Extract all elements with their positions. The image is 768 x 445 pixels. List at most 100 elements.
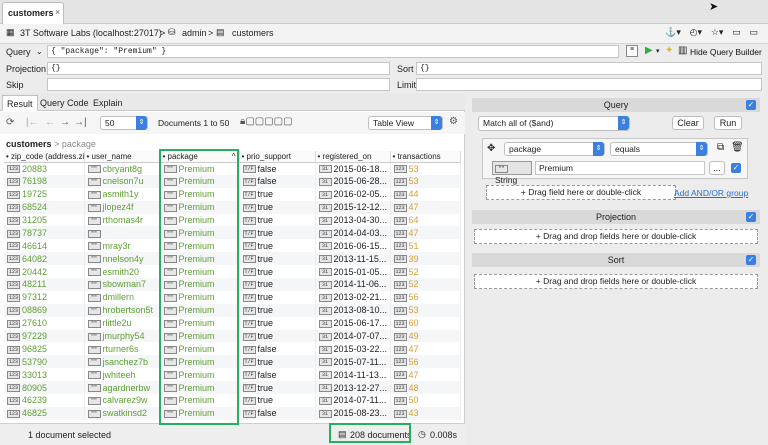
- cell-user-name[interactable]: "" sbowman7: [84, 278, 161, 291]
- cell-prio-support[interactable]: T/F true: [239, 316, 316, 330]
- cell-package[interactable]: "" Premium: [160, 252, 240, 266]
- table-row[interactable]: 123 80905 "" agardnerbw "" Premium T/F true 31 20…: [4, 381, 461, 395]
- cell-package[interactable]: "" Premium: [160, 406, 240, 420]
- cell-user-name[interactable]: "" dmillern: [84, 290, 161, 304]
- format-icon[interactable]: ≡: [626, 45, 638, 57]
- cell-user-name[interactable]: "" hrobertson5t: [84, 303, 161, 317]
- table-row[interactable]: 123 96825 "" rturner6s "" Premium T/F false 31 20…: [4, 342, 461, 356]
- cell-transactions[interactable]: 123 53: [390, 162, 461, 175]
- projection-dropzone[interactable]: + Drag and drop fields here or double-cl…: [474, 229, 758, 244]
- cell-user-name[interactable]: "" asmith1y: [84, 187, 161, 201]
- cell-user-name[interactable]: "" cnelson7u: [84, 174, 161, 188]
- cell-prio-support[interactable]: T/F false: [239, 368, 316, 382]
- cell-user-name[interactable]: "" jlopez4f: [84, 200, 161, 214]
- clock-icon[interactable]: ◴▾: [690, 27, 702, 37]
- table-row[interactable]: 123 76198 "" cnelson7u "" Premium T/F false 31 20…: [4, 174, 461, 188]
- view-mode-select[interactable]: Table View ⇕: [368, 116, 443, 130]
- cell-zip-code[interactable]: 123 97312: [4, 290, 85, 304]
- cell-package[interactable]: "" Premium: [160, 303, 240, 317]
- operator-select[interactable]: equals ⇕: [610, 142, 708, 156]
- cell-registered-on[interactable]: 31 2013-08-10...: [315, 303, 391, 317]
- hide-query-builder-button[interactable]: Hide Query Builder: [690, 47, 762, 57]
- cell-zip-code[interactable]: 123 80905: [4, 381, 85, 395]
- cell-transactions[interactable]: 123 64: [390, 213, 461, 227]
- cell-package[interactable]: "" Premium: [160, 342, 240, 356]
- cell-registered-on[interactable]: 31 2014-11-13...: [315, 368, 391, 382]
- cell-registered-on[interactable]: 31 2014-07-07...: [315, 329, 391, 343]
- cell-registered-on[interactable]: 31 2015-07-11...: [315, 355, 391, 369]
- table-row[interactable]: 123 08869 "" hrobertson5t "" Premium T/F true 31…: [4, 303, 461, 317]
- anchor-icon[interactable]: ⚓▾: [665, 27, 681, 37]
- sort-enabled-checkbox[interactable]: ✓: [746, 255, 756, 265]
- cell-zip-code[interactable]: 123 64082: [4, 252, 85, 266]
- cell-zip-code[interactable]: 123 78737: [4, 226, 85, 240]
- cell-user-name[interactable]: "" esmith20: [84, 265, 161, 279]
- cell-transactions[interactable]: 123 51: [390, 239, 461, 253]
- limit-input[interactable]: [416, 78, 762, 91]
- cell-registered-on[interactable]: 31 2015-06-18...: [315, 162, 391, 175]
- cell-transactions[interactable]: 123 47: [390, 200, 461, 214]
- chevron-down-icon[interactable]: ⌄: [36, 47, 43, 56]
- table-row[interactable]: 123 97312 "" dmillern "" Premium T/F true 31 2013…: [4, 290, 461, 304]
- last-page-icon[interactable]: →|: [74, 117, 87, 128]
- cell-prio-support[interactable]: T/F true: [239, 394, 316, 407]
- cell-prio-support[interactable]: T/F true: [239, 200, 316, 214]
- close-icon[interactable]: ×: [55, 7, 60, 17]
- star-icon[interactable]: ☆▾: [711, 27, 724, 37]
- cell-transactions[interactable]: 123 53: [390, 174, 461, 188]
- column-header-transactions[interactable]: • transactions: [390, 151, 461, 163]
- cell-package[interactable]: "" Premium: [160, 316, 240, 330]
- query-input[interactable]: { "package": "Premium" }: [47, 45, 619, 58]
- cell-zip-code[interactable]: 123 46614: [4, 239, 85, 253]
- table-row[interactable]: 123 33013 "" jwhiteeh "" Premium T/F false 31 201…: [4, 368, 461, 382]
- type-selector[interactable]: "" String: [492, 161, 532, 185]
- cell-user-name[interactable]: "" calvarez9w: [84, 394, 161, 407]
- chevron-down-icon[interactable]: ▾: [656, 47, 660, 55]
- cell-prio-support[interactable]: T/F false: [239, 162, 316, 175]
- cell-user-name[interactable]: "" jsanchez7b: [84, 355, 161, 369]
- cell-user-name[interactable]: "" rlittle2u: [84, 316, 161, 330]
- cell-transactions[interactable]: 123 49: [390, 329, 461, 343]
- cell-package[interactable]: "" Premium: [160, 329, 240, 343]
- cell-prio-support[interactable]: T/F true: [239, 213, 316, 227]
- cell-user-name[interactable]: "" swatkinsd2: [84, 406, 161, 420]
- cell-transactions[interactable]: 123 50: [390, 394, 461, 407]
- cell-transactions[interactable]: 123 47: [390, 226, 461, 240]
- column-header-prio-support[interactable]: • prio_support: [239, 151, 316, 163]
- table-row[interactable]: 123 46239 "" calvarez9w "" Premium T/F true 31 20…: [4, 394, 461, 407]
- cell-zip-code[interactable]: 123 96825: [4, 342, 85, 356]
- breadcrumb-connection[interactable]: 3T Software Labs (localhost:27017): [20, 28, 162, 38]
- first-page-icon[interactable]: |←: [26, 117, 39, 128]
- cell-registered-on[interactable]: 31 2015-03-22...: [315, 342, 391, 356]
- table-row[interactable]: 123 97229 "" jmurphy54 "" Premium T/F true 31 201…: [4, 329, 461, 343]
- cell-package[interactable]: "" Premium: [160, 381, 240, 395]
- cell-prio-support[interactable]: T/F true: [239, 265, 316, 279]
- cell-transactions[interactable]: 123 47: [390, 368, 461, 382]
- path-collection[interactable]: customers: [6, 139, 52, 149]
- trash-icon[interactable]: 🗑︎: [731, 142, 744, 153]
- cell-user-name[interactable]: "" jwhiteeh: [84, 368, 161, 382]
- cell-zip-code[interactable]: 123 68524: [4, 200, 85, 214]
- cell-registered-on[interactable]: 31 2015-01-05...: [315, 265, 391, 279]
- table-row[interactable]: 123 46614 "" mray3r "" Premium T/F true 31 2016-0…: [4, 239, 461, 253]
- cell-prio-support[interactable]: T/F true: [239, 303, 316, 317]
- drag-field-dropzone[interactable]: + Drag field here or double-click: [486, 185, 676, 200]
- cell-package[interactable]: "" Premium: [160, 394, 240, 407]
- cell-zip-code[interactable]: 123 27610: [4, 316, 85, 330]
- cell-user-name[interactable]: "": [84, 226, 161, 240]
- cell-zip-code[interactable]: 123 20883: [4, 162, 85, 175]
- table-row[interactable]: 123 20883 "" cbryant8g "" Premium T/F false 31 20…: [4, 162, 461, 175]
- cell-registered-on[interactable]: 31 2015-12-12...: [315, 200, 391, 214]
- cell-registered-on[interactable]: 31 2013-04-30...: [315, 213, 391, 227]
- tab-customers[interactable]: customers ×: [2, 2, 64, 24]
- cell-package[interactable]: "" Premium: [160, 187, 240, 201]
- cell-prio-support[interactable]: T/F true: [239, 239, 316, 253]
- cell-registered-on[interactable]: 31 2015-06-28...: [315, 174, 391, 188]
- sort-input[interactable]: {}: [416, 62, 762, 75]
- table-row[interactable]: 123 19725 "" asmith1y "" Premium T/F true 31 2016…: [4, 187, 461, 201]
- page-size-select[interactable]: 50 ⇕: [100, 116, 148, 130]
- cell-user-name[interactable]: "" mray3r: [84, 239, 161, 253]
- cell-transactions[interactable]: 123 52: [390, 278, 461, 291]
- cell-package[interactable]: "" Premium: [160, 355, 240, 369]
- table-row[interactable]: 123 68524 "" jlopez4f "" Premium T/F true 31 2015…: [4, 200, 461, 214]
